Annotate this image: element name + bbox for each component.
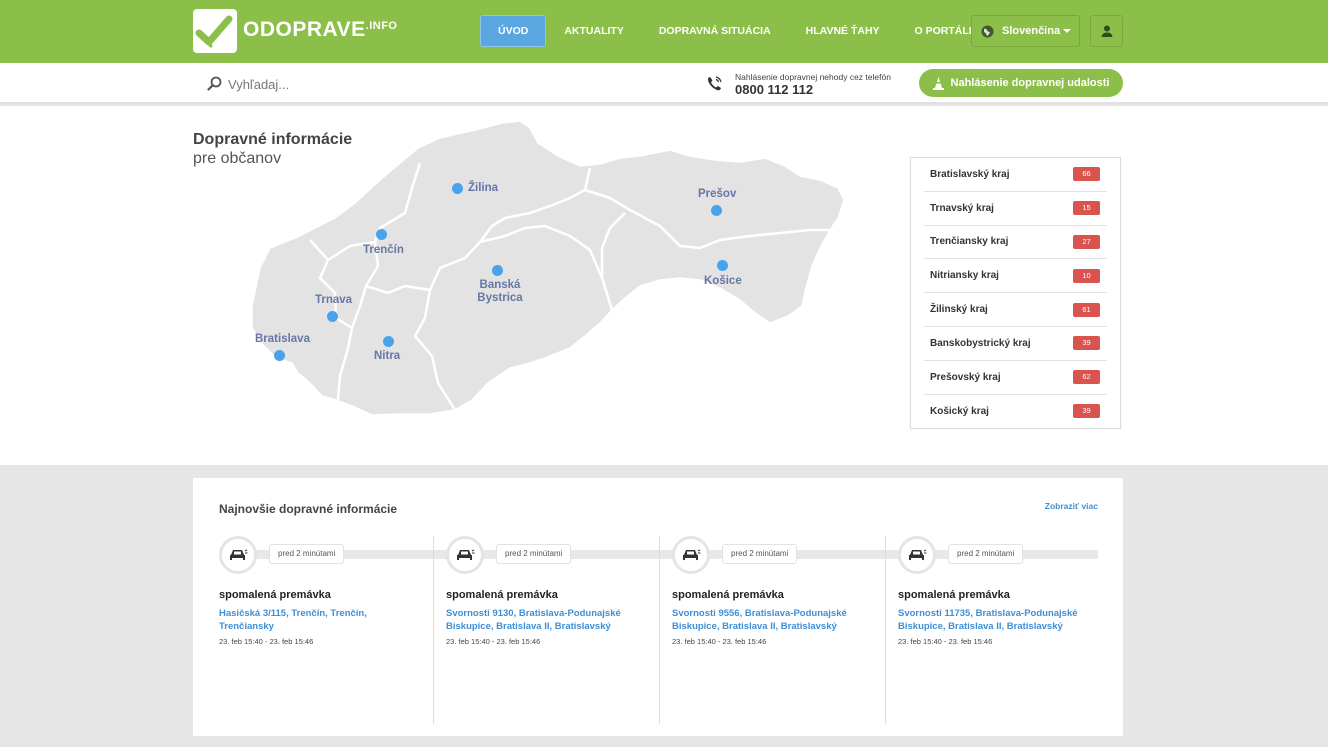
traffic-cone-icon bbox=[932, 76, 944, 90]
event-location-link[interactable]: Hasičská 3/115, Trenčín, Trenčín, Trenči… bbox=[219, 607, 414, 633]
region-name: Nitriansky kraj bbox=[930, 270, 999, 282]
region-count-badge: 39 bbox=[1073, 336, 1100, 351]
region-count-badge: 66 bbox=[1073, 167, 1100, 182]
region-count-badge: 61 bbox=[1073, 302, 1100, 317]
region-count-badge: 39 bbox=[1073, 404, 1100, 419]
news-item[interactable]: pred 2 minútami spomalená premávka Svorn… bbox=[659, 536, 885, 724]
search-icon bbox=[207, 76, 222, 91]
event-time: 23. feb 15:40 - 23. feb 15:46 bbox=[219, 637, 314, 646]
user-icon bbox=[1101, 25, 1112, 37]
car-icon bbox=[219, 536, 257, 574]
event-type: spomalená premávka bbox=[446, 589, 558, 601]
city-label-trnava[interactable]: Trnava bbox=[315, 294, 352, 307]
city-label-zilina[interactable]: Žilina bbox=[468, 182, 498, 195]
globe-icon bbox=[981, 25, 994, 38]
map-pin-trnava[interactable] bbox=[327, 311, 338, 322]
event-time: 23. feb 15:40 - 23. feb 15:46 bbox=[898, 637, 993, 646]
region-name: Košický kraj bbox=[930, 405, 989, 417]
region-row-bratislavsky[interactable]: Bratislavský kraj 66 bbox=[924, 158, 1107, 192]
latest-news-panel: Najnovšie dopravné informácie Zobraziť v… bbox=[193, 478, 1123, 736]
show-more-link[interactable]: Zobraziť viac bbox=[1045, 501, 1098, 511]
search-input[interactable] bbox=[228, 73, 528, 95]
city-label-banska-bystrica[interactable]: Banská Bystrica bbox=[476, 279, 524, 305]
map-pin-presov[interactable] bbox=[711, 205, 722, 216]
region-row-kosicky[interactable]: Košický kraj 39 bbox=[924, 395, 1107, 429]
region-row-trenciansky[interactable]: Trenčiansky kraj 27 bbox=[924, 226, 1107, 260]
news-item[interactable]: pred 2 minútami spomalená premávka Hasič… bbox=[193, 536, 419, 724]
time-ago-badge: pred 2 minútami bbox=[269, 544, 345, 564]
region-name: Banskobystrický kraj bbox=[930, 337, 1031, 349]
main-nav: ÚVOD AKTUALITY DOPRAVNÁ SITUÁCIA HLAVNÉ … bbox=[480, 15, 990, 47]
region-count-badge: 10 bbox=[1073, 268, 1100, 283]
event-time: 23. feb 15:40 - 23. feb 15:46 bbox=[446, 637, 541, 646]
map-pin-bratislava[interactable] bbox=[274, 350, 285, 361]
city-label-nitra[interactable]: Nitra bbox=[374, 350, 400, 363]
time-ago-badge: pred 2 minútami bbox=[948, 544, 1024, 564]
car-icon bbox=[898, 536, 936, 574]
region-name: Bratislavský kraj bbox=[930, 168, 1010, 180]
slovakia-map[interactable] bbox=[240, 118, 850, 418]
nav-uvod[interactable]: ÚVOD bbox=[480, 15, 547, 47]
region-count-badge: 62 bbox=[1073, 370, 1100, 385]
regions-list: Bratislavský kraj 66 Trnavský kraj 15 Tr… bbox=[910, 157, 1121, 429]
nav-dopravna-situacia[interactable]: DOPRAVNÁ SITUÁCIA bbox=[642, 15, 788, 47]
language-select[interactable]: Slovenčina bbox=[971, 15, 1080, 47]
chevron-down-icon bbox=[1063, 29, 1071, 33]
news-title: Najnovšie dopravné informácie bbox=[219, 502, 398, 516]
checkmark-logo-icon bbox=[193, 9, 237, 53]
user-button[interactable] bbox=[1090, 15, 1123, 47]
logo[interactable]: ODOPRAVE.INFO bbox=[193, 9, 397, 53]
nav-hlavne-tahy[interactable]: HLAVNÉ ŤAHY bbox=[789, 15, 897, 47]
news-item[interactable]: pred 2 minútami spomalená premávka Svorn… bbox=[433, 536, 659, 724]
phone-number[interactable]: 0800 112 112 bbox=[735, 82, 813, 97]
city-label-presov[interactable]: Prešov bbox=[698, 188, 736, 201]
event-type: spomalená premávka bbox=[219, 589, 331, 601]
top-bar: ODOPRAVE.INFO ÚVOD AKTUALITY DOPRAVNÁ SI… bbox=[0, 0, 1328, 63]
logo-text: ODOPRAVE.INFO bbox=[243, 18, 398, 41]
phone-icon bbox=[708, 76, 722, 91]
region-row-nitriansky[interactable]: Nitriansky kraj 10 bbox=[924, 259, 1107, 294]
car-icon bbox=[672, 536, 710, 574]
map-section: Dopravné informácie pre občanov Žilina P… bbox=[0, 106, 1328, 465]
map-pin-zilina[interactable] bbox=[452, 183, 463, 194]
nav-aktuality[interactable]: AKTUALITY bbox=[547, 15, 641, 47]
event-location-link[interactable]: Svornosti 9556, Bratislava-Podunajské Bi… bbox=[672, 607, 867, 633]
news-item[interactable]: pred 2 minútami spomalená premávka Svorn… bbox=[885, 536, 1111, 724]
report-button-label: Nahlásenie dopravnej udalosti bbox=[950, 77, 1110, 89]
region-count-badge: 27 bbox=[1073, 234, 1100, 249]
map-pin-trencin[interactable] bbox=[376, 229, 387, 240]
event-location-link[interactable]: Svornosti 11735, Bratislava-Podunajské B… bbox=[898, 607, 1093, 633]
event-location-link[interactable]: Svornosti 9130, Bratislava-Podunajské Bi… bbox=[446, 607, 641, 633]
event-time: 23. feb 15:40 - 23. feb 15:46 bbox=[672, 637, 767, 646]
region-count-badge: 15 bbox=[1073, 201, 1100, 216]
region-row-zilinsky[interactable]: Žilinský kraj 61 bbox=[924, 293, 1107, 327]
event-type: spomalená premávka bbox=[898, 589, 1010, 601]
region-name: Trnavský kraj bbox=[930, 202, 994, 214]
city-label-trencin[interactable]: Trenčín bbox=[363, 244, 404, 257]
time-ago-badge: pred 2 minútami bbox=[496, 544, 572, 564]
search-bar: Nahlásenie dopravnej nehody cez telefón … bbox=[0, 63, 1328, 104]
region-name: Prešovský kraj bbox=[930, 371, 1001, 383]
phone-caption: Nahlásenie dopravnej nehody cez telefón bbox=[735, 72, 891, 82]
report-incident-button[interactable]: Nahlásenie dopravnej udalosti bbox=[919, 69, 1123, 97]
region-name: Trenčiansky kraj bbox=[930, 236, 1009, 248]
language-label: Slovenčina bbox=[1002, 25, 1061, 37]
city-label-kosice[interactable]: Košice bbox=[704, 275, 742, 288]
city-label-bratislava[interactable]: Bratislava bbox=[255, 333, 310, 346]
map-pin-nitra[interactable] bbox=[383, 336, 394, 347]
map-pin-kosice[interactable] bbox=[717, 260, 728, 271]
region-name: Žilinský kraj bbox=[930, 304, 988, 316]
region-row-banskobystricky[interactable]: Banskobystrický kraj 39 bbox=[924, 327, 1107, 361]
time-ago-badge: pred 2 minútami bbox=[722, 544, 798, 564]
region-row-presovsky[interactable]: Prešovský kraj 62 bbox=[924, 361, 1107, 395]
event-type: spomalená premávka bbox=[672, 589, 784, 601]
car-icon bbox=[446, 536, 484, 574]
region-row-trnavsky[interactable]: Trnavský kraj 15 bbox=[924, 192, 1107, 226]
map-pin-banska-bystrica[interactable] bbox=[492, 265, 503, 276]
